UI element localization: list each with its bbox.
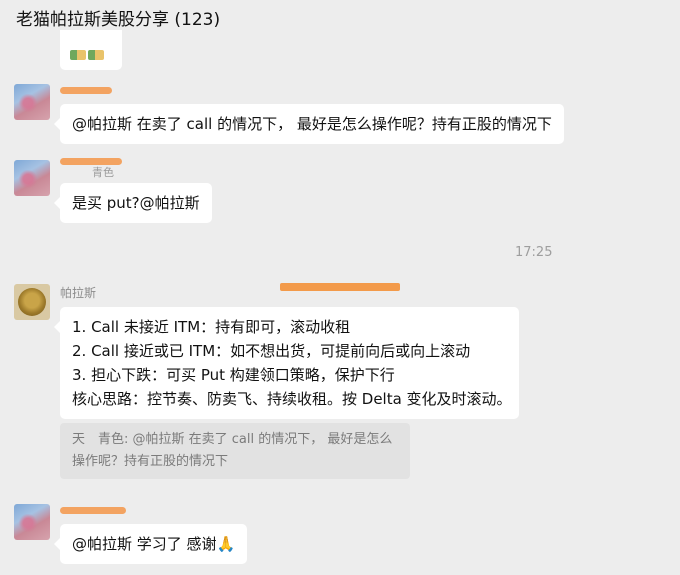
message-text: 是买 put?@帕拉斯 xyxy=(72,194,200,212)
timestamp: 17:25 xyxy=(515,245,553,260)
sender-name: 帕拉斯 xyxy=(60,286,97,300)
coin-logo-icon xyxy=(18,288,46,316)
avatar[interactable] xyxy=(14,504,50,540)
avatar[interactable] xyxy=(14,84,50,120)
message-bubble[interactable]: @帕拉斯 在卖了 call 的情况下， 最好是怎么操作呢？持有正股的情况下 xyxy=(54,104,564,144)
chat-title[interactable]: 老猫帕拉斯美股分享 (123) xyxy=(16,5,220,30)
redacted-sender-name xyxy=(60,87,112,94)
message-text: @帕拉斯 在卖了 call 的情况下， 最好是怎么操作呢？持有正股的情况下 xyxy=(72,115,552,133)
message-text: @帕拉斯 学习了 感谢🙏 xyxy=(72,535,236,553)
message-line: 3. 担心下跌：可买 Put 构建领口策略，保护下行 xyxy=(72,366,395,384)
quote-line: 操作呢？持有正股的情况下 xyxy=(72,454,229,469)
redacted-sender-name xyxy=(60,507,126,514)
redaction-bar xyxy=(280,283,400,291)
previous-message-tail[interactable] xyxy=(60,30,122,70)
message-bubble[interactable]: 1. Call 未接近 ITM：持有即可，滚动收租 2. Call 接近或已 I… xyxy=(54,307,519,419)
message-line: 1. Call 未接近 ITM：持有即可，滚动收租 xyxy=(72,318,351,336)
message-bubble[interactable]: @帕拉斯 学习了 感谢🙏 xyxy=(53,524,248,564)
sticker-emoji-icon xyxy=(70,50,104,60)
quote-line: 天 青色: @帕拉斯 在卖了 call 的情况下， 最好是怎么 xyxy=(72,432,393,447)
avatar[interactable] xyxy=(14,284,50,320)
message-bubble[interactable]: 是买 put?@帕拉斯 xyxy=(54,183,212,223)
message-line: 2. Call 接近或已 ITM：如不想出货，可提前向后或向上滚动 xyxy=(72,342,471,360)
quoted-message[interactable]: 天 青色: @帕拉斯 在卖了 call 的情况下， 最好是怎么 操作呢？持有正股… xyxy=(60,423,410,479)
avatar[interactable] xyxy=(14,160,50,196)
sender-name-fragment: 青色 xyxy=(92,166,114,179)
message-line: 核心思路：控节奏、防卖飞、持续收租。按 Delta 变化及时滚动。 xyxy=(72,390,512,408)
